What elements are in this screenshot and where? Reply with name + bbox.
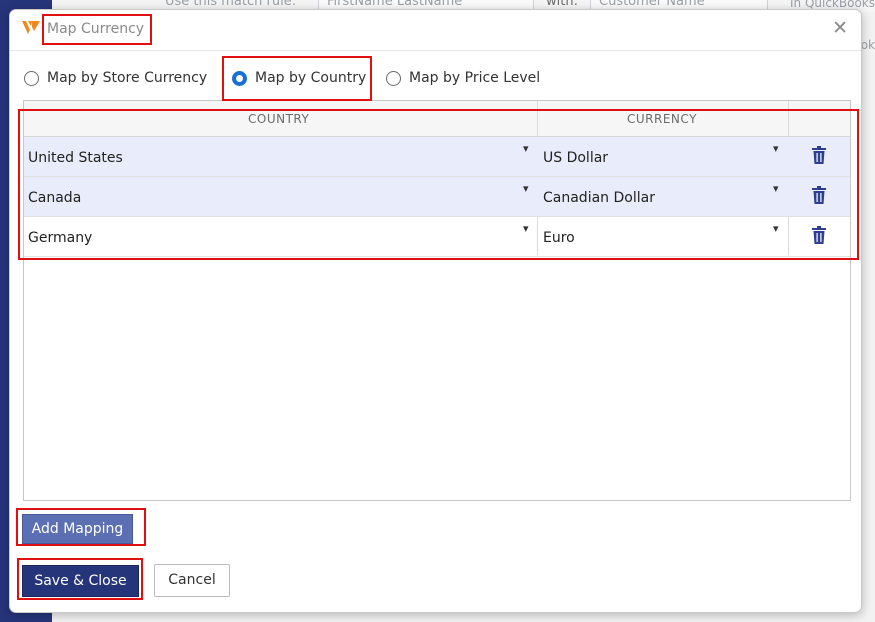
match-rule-label: Use this match rule:	[165, 0, 297, 9]
radio-map-by-store-currency[interactable]: Map by Store Currency	[24, 70, 207, 86]
chevron-down-icon[interactable]: ▾	[523, 182, 529, 195]
match-rule-value: FirstName LastName	[327, 0, 463, 9]
with-label: with:	[546, 0, 578, 9]
close-icon[interactable]: ✕	[832, 18, 848, 38]
radio-label: Map by Store Currency	[47, 70, 208, 86]
chevron-down-icon[interactable]: ▾	[773, 142, 779, 155]
radio-map-by-country[interactable]: Map by Country	[232, 70, 366, 86]
country-cell[interactable]: United States	[28, 150, 123, 166]
chevron-down-icon[interactable]: ▾	[773, 182, 779, 195]
radio-button-icon[interactable]	[24, 70, 39, 86]
app-logo-icon	[22, 21, 40, 34]
trash-icon[interactable]	[811, 226, 827, 244]
radio-label: Map by Country	[255, 70, 367, 86]
table-row[interactable]: United States ▾ US Dollar ▾	[24, 137, 850, 177]
background-partial-text: ok	[860, 38, 875, 52]
add-mapping-button[interactable]: Add Mapping	[22, 514, 133, 544]
currency-mapping-grid: COUNTRY CURRENCY United States ▾ US Doll…	[23, 100, 851, 501]
chevron-down-icon[interactable]: ▾	[523, 222, 529, 235]
trash-icon[interactable]	[811, 146, 827, 164]
with-value: Customer Name	[599, 0, 705, 9]
trash-icon[interactable]	[811, 186, 827, 204]
country-cell[interactable]: Canada	[28, 190, 81, 206]
table-row[interactable]: Canada ▾ Canadian Dollar ▾	[24, 177, 850, 217]
country-cell[interactable]: Germany	[28, 230, 92, 246]
column-header-country[interactable]: COUNTRY	[248, 112, 309, 126]
radio-button-selected-icon[interactable]	[232, 70, 247, 86]
chevron-down-icon[interactable]: ▾	[773, 222, 779, 235]
radio-button-icon[interactable]	[386, 70, 401, 86]
cancel-button[interactable]: Cancel	[154, 564, 230, 597]
radio-map-by-price-level[interactable]: Map by Price Level	[386, 70, 540, 86]
radio-label: Map by Price Level	[409, 70, 541, 86]
table-row[interactable]: Germany ▾ Euro ▾	[24, 217, 850, 257]
grid-header: COUNTRY CURRENCY	[24, 101, 850, 137]
currency-cell[interactable]: US Dollar	[543, 150, 608, 166]
column-header-currency[interactable]: CURRENCY	[627, 112, 697, 126]
currency-cell[interactable]: Canadian Dollar	[543, 190, 655, 206]
currency-cell[interactable]: Euro	[543, 230, 575, 246]
dialog-titlebar: Map Currency ✕	[10, 10, 861, 51]
save-and-close-button[interactable]: Save & Close	[22, 565, 139, 597]
dialog-title: Map Currency	[47, 21, 145, 37]
chevron-down-icon[interactable]: ▾	[523, 142, 529, 155]
map-currency-dialog: Map Currency ✕ Map by Store Currency Map…	[9, 9, 862, 613]
